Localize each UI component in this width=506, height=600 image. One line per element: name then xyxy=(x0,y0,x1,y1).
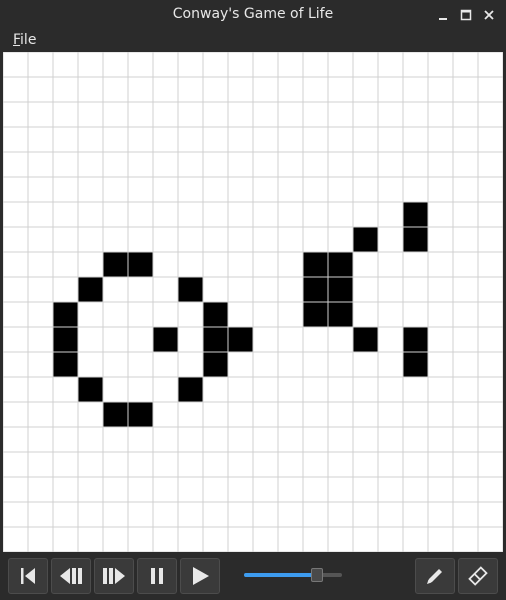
live-cell[interactable] xyxy=(203,302,228,327)
live-cell[interactable] xyxy=(128,402,153,427)
menu-file-mnemonic: F xyxy=(13,32,21,48)
speed-slider-fill xyxy=(244,573,317,577)
live-cell[interactable] xyxy=(228,327,253,352)
live-cell[interactable] xyxy=(178,277,203,302)
live-cell[interactable] xyxy=(403,227,428,252)
live-cell[interactable] xyxy=(353,227,378,252)
step-forward-icon xyxy=(103,568,125,584)
eraser-icon xyxy=(468,566,488,586)
live-cell[interactable] xyxy=(78,377,103,402)
live-cell[interactable] xyxy=(178,377,203,402)
live-cell[interactable] xyxy=(403,327,428,352)
live-cell[interactable] xyxy=(153,327,178,352)
menu-bar: File xyxy=(0,30,506,52)
live-cell[interactable] xyxy=(403,202,428,227)
app-window: Conway's Game of Life File xyxy=(0,0,506,600)
live-cell[interactable] xyxy=(103,402,128,427)
live-cell[interactable] xyxy=(78,277,103,302)
live-cell[interactable] xyxy=(303,277,328,302)
step-back-button[interactable] xyxy=(51,558,91,594)
draw-button[interactable] xyxy=(415,558,455,594)
menu-file[interactable]: File xyxy=(13,32,36,48)
live-cell[interactable] xyxy=(328,302,353,327)
pencil-icon xyxy=(427,569,442,584)
live-cell[interactable] xyxy=(353,327,378,352)
live-cell[interactable] xyxy=(103,252,128,277)
live-cell[interactable] xyxy=(303,302,328,327)
step-back-icon xyxy=(60,568,82,584)
menu-file-label: ile xyxy=(20,32,37,48)
minimize-icon[interactable] xyxy=(432,4,454,26)
live-cell[interactable] xyxy=(328,252,353,277)
erase-button[interactable] xyxy=(458,558,498,594)
live-cell[interactable] xyxy=(53,302,78,327)
skip-to-start-icon xyxy=(21,568,35,584)
life-grid-canvas[interactable] xyxy=(3,52,503,552)
speed-slider[interactable] xyxy=(244,568,342,582)
skip-to-start-button[interactable] xyxy=(8,558,48,594)
maximize-icon[interactable] xyxy=(455,4,477,26)
play-icon xyxy=(193,567,209,585)
play-button[interactable] xyxy=(180,558,220,594)
pause-icon xyxy=(151,568,163,584)
close-icon[interactable] xyxy=(478,4,500,26)
live-cell[interactable] xyxy=(203,327,228,352)
window-title: Conway's Game of Life xyxy=(172,6,334,22)
title-bar: Conway's Game of Life xyxy=(0,0,506,30)
speed-slider-thumb[interactable] xyxy=(311,568,323,582)
live-cell[interactable] xyxy=(403,352,428,377)
live-cell[interactable] xyxy=(53,352,78,377)
live-cell[interactable] xyxy=(303,252,328,277)
live-cell[interactable] xyxy=(328,277,353,302)
live-cell[interactable] xyxy=(128,252,153,277)
live-cell[interactable] xyxy=(203,352,228,377)
life-grid[interactable] xyxy=(3,52,503,552)
pause-button[interactable] xyxy=(137,558,177,594)
step-forward-button[interactable] xyxy=(94,558,134,594)
live-cell[interactable] xyxy=(53,327,78,352)
